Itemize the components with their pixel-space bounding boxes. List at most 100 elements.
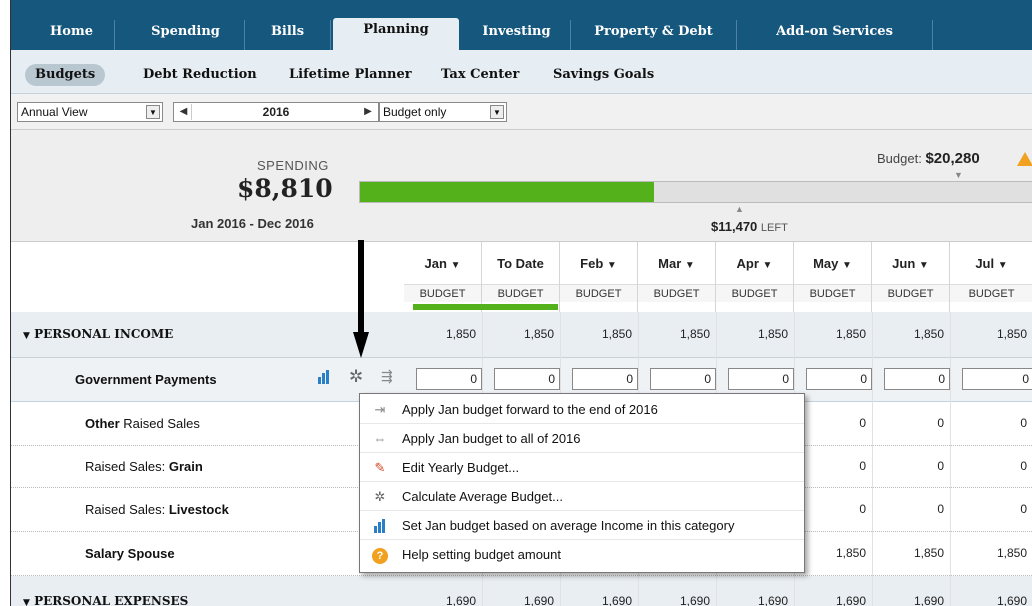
budget-cell[interactable]: 1,850: [716, 327, 794, 341]
tab-spending[interactable]: Spending: [127, 20, 245, 50]
budget-cell[interactable]: 1,850: [404, 327, 482, 341]
budget-cell[interactable]: 0: [872, 459, 950, 473]
tab-home[interactable]: Home: [29, 20, 115, 50]
col-jan[interactable]: Jan ▼ BUDGET: [404, 242, 482, 312]
budget-input[interactable]: 0: [884, 368, 950, 390]
year-stepper[interactable]: ◀ 2016 ▶: [173, 102, 379, 122]
budget-cell[interactable]: 1,850: [482, 327, 560, 341]
col-month: Jan: [424, 256, 447, 271]
col-to-date[interactable]: To Date BUDGET: [482, 242, 560, 312]
category-row-expenses[interactable]: ▼ PERSONAL EXPENSES 1,690 1,690 1,690 1,…: [11, 576, 1032, 606]
col-month: Feb: [580, 256, 604, 271]
budget-input[interactable]: 0: [650, 368, 716, 390]
budget-cell[interactable]: 0: [872, 416, 950, 430]
col-sub: BUDGET: [716, 284, 793, 302]
budget-cell[interactable]: 1,690: [638, 594, 716, 606]
budget-cell[interactable]: 0: [794, 459, 872, 473]
budget-cell[interactable]: 1,690: [872, 594, 950, 606]
tab-bills[interactable]: Bills: [245, 20, 331, 50]
menu-set-average[interactable]: Set Jan budget based on average Income i…: [360, 512, 804, 540]
next-year-icon[interactable]: ▶: [360, 104, 376, 120]
budget-cell[interactable]: 1,690: [716, 594, 794, 606]
budget-cell[interactable]: 1,850: [638, 327, 716, 341]
budget-context-menu: ⇥ Apply Jan budget forward to the end of…: [359, 393, 805, 573]
caret-up-icon: ▲: [735, 204, 744, 214]
budget-cell[interactable]: 1,690: [404, 594, 482, 606]
bar-chart-icon: [370, 512, 390, 543]
budget-cell[interactable]: 1,850: [872, 327, 950, 341]
budget-cell[interactable]: 1,850: [950, 546, 1032, 560]
expand-triangle-icon[interactable]: ▼: [23, 598, 30, 606]
budget-cell[interactable]: 1,850: [794, 327, 872, 341]
budget-cell[interactable]: 1,850: [560, 327, 638, 341]
budget-cell[interactable]: 0: [950, 416, 1032, 430]
current-month-indicator: [413, 304, 558, 310]
budget-cell[interactable]: 1,690: [482, 594, 560, 606]
col-month: May: [813, 256, 839, 271]
col-month: Mar: [658, 256, 682, 271]
budget-input[interactable]: 0: [416, 368, 482, 390]
left-amount-value: $11,470: [711, 219, 758, 234]
menu-label: Apply Jan budget forward to the end of 2…: [402, 402, 658, 417]
tab-property-debt[interactable]: Property & Debt: [571, 20, 737, 50]
label-rest: Raised Sales:: [85, 502, 169, 517]
menu-apply-forward[interactable]: ⇥ Apply Jan budget forward to the end of…: [360, 396, 804, 424]
tab-addon-services[interactable]: Add-on Services: [737, 20, 933, 50]
app-window: Home Spending Bills Planning Investing P…: [10, 0, 1032, 606]
col-apr[interactable]: Apr ▼ BUDGET: [716, 242, 794, 312]
menu-edit-yearly[interactable]: ✎ Edit Yearly Budget...: [360, 454, 804, 482]
budget-input[interactable]: 0: [962, 368, 1032, 390]
col-month: Apr: [736, 256, 759, 271]
caret-down-icon: ▼: [954, 170, 963, 180]
budget-cell[interactable]: 1,690: [560, 594, 638, 606]
bar-chart-icon[interactable]: [317, 370, 331, 384]
budget-input[interactable]: 0: [572, 368, 638, 390]
menu-label: Help setting budget amount: [402, 547, 561, 562]
budget-cell[interactable]: 1,850: [950, 327, 1032, 341]
tab-investing[interactable]: Investing: [463, 20, 571, 50]
budget-input[interactable]: 0: [806, 368, 872, 390]
view-select-value: Annual View: [21, 105, 88, 119]
subnav-savings-goals[interactable]: Savings Goals: [553, 64, 654, 86]
budget-cell[interactable]: 0: [872, 502, 950, 516]
col-may[interactable]: May ▼ BUDGET: [794, 242, 872, 312]
budget-cell[interactable]: 0: [950, 502, 1032, 516]
subnav-debt-reduction[interactable]: Debt Reduction: [143, 64, 257, 86]
column-divider: [950, 312, 951, 606]
col-jul[interactable]: Jul ▼ BUDGET: [950, 242, 1032, 312]
budget-cell[interactable]: 0: [794, 502, 872, 516]
col-feb[interactable]: Feb ▼ BUDGET: [560, 242, 638, 312]
subnav-tax-center[interactable]: Tax Center: [441, 64, 519, 86]
view-select[interactable]: Annual View ▼: [17, 102, 163, 122]
budget-input[interactable]: 0: [494, 368, 560, 390]
category-name: Government Payments: [75, 372, 217, 387]
menu-calculate-average[interactable]: ✲ Calculate Average Budget...: [360, 483, 804, 511]
budget-input[interactable]: 0: [728, 368, 794, 390]
menu-help[interactable]: ? Help setting budget amount: [360, 541, 804, 569]
col-sub: BUDGET: [482, 284, 559, 302]
chevron-down-icon: ▼: [684, 260, 695, 271]
budget-cell[interactable]: 0: [794, 416, 872, 430]
mode-select[interactable]: Budget only ▼: [379, 102, 507, 122]
budget-cell[interactable]: 1,850: [794, 546, 872, 560]
warning-icon[interactable]: [1017, 152, 1032, 166]
subnav-budgets[interactable]: Budgets: [25, 64, 106, 86]
label-rest: Raised Sales:: [85, 459, 169, 474]
budget-cell[interactable]: 1,850: [872, 546, 950, 560]
subnav-lifetime-planner[interactable]: Lifetime Planner: [289, 64, 412, 86]
col-jun[interactable]: Jun ▼ BUDGET: [872, 242, 950, 312]
gear-icon: ✲: [374, 489, 386, 504]
budget-cell[interactable]: 1,690: [794, 594, 872, 606]
budget-cell[interactable]: 1,690: [950, 594, 1032, 606]
budget-cell[interactable]: 0: [950, 459, 1032, 473]
pencil-icon: ✎: [374, 460, 386, 475]
gear-icon[interactable]: ✲: [349, 367, 363, 387]
arrow-right-icon: ⇥: [374, 402, 386, 417]
tab-planning[interactable]: Planning: [333, 18, 459, 50]
expand-triangle-icon[interactable]: ▼: [23, 331, 30, 341]
shuffle-icon[interactable]: ⇶: [381, 368, 393, 385]
col-mar[interactable]: Mar ▼ BUDGET: [638, 242, 716, 312]
menu-apply-all[interactable]: ⇔ Apply Jan budget to all of 2016: [360, 425, 804, 453]
category-row-income[interactable]: ▼ PERSONAL INCOME 1,850 1,850 1,850 1,85…: [11, 312, 1032, 358]
budget-total: Budget: $20,280: [877, 150, 980, 167]
